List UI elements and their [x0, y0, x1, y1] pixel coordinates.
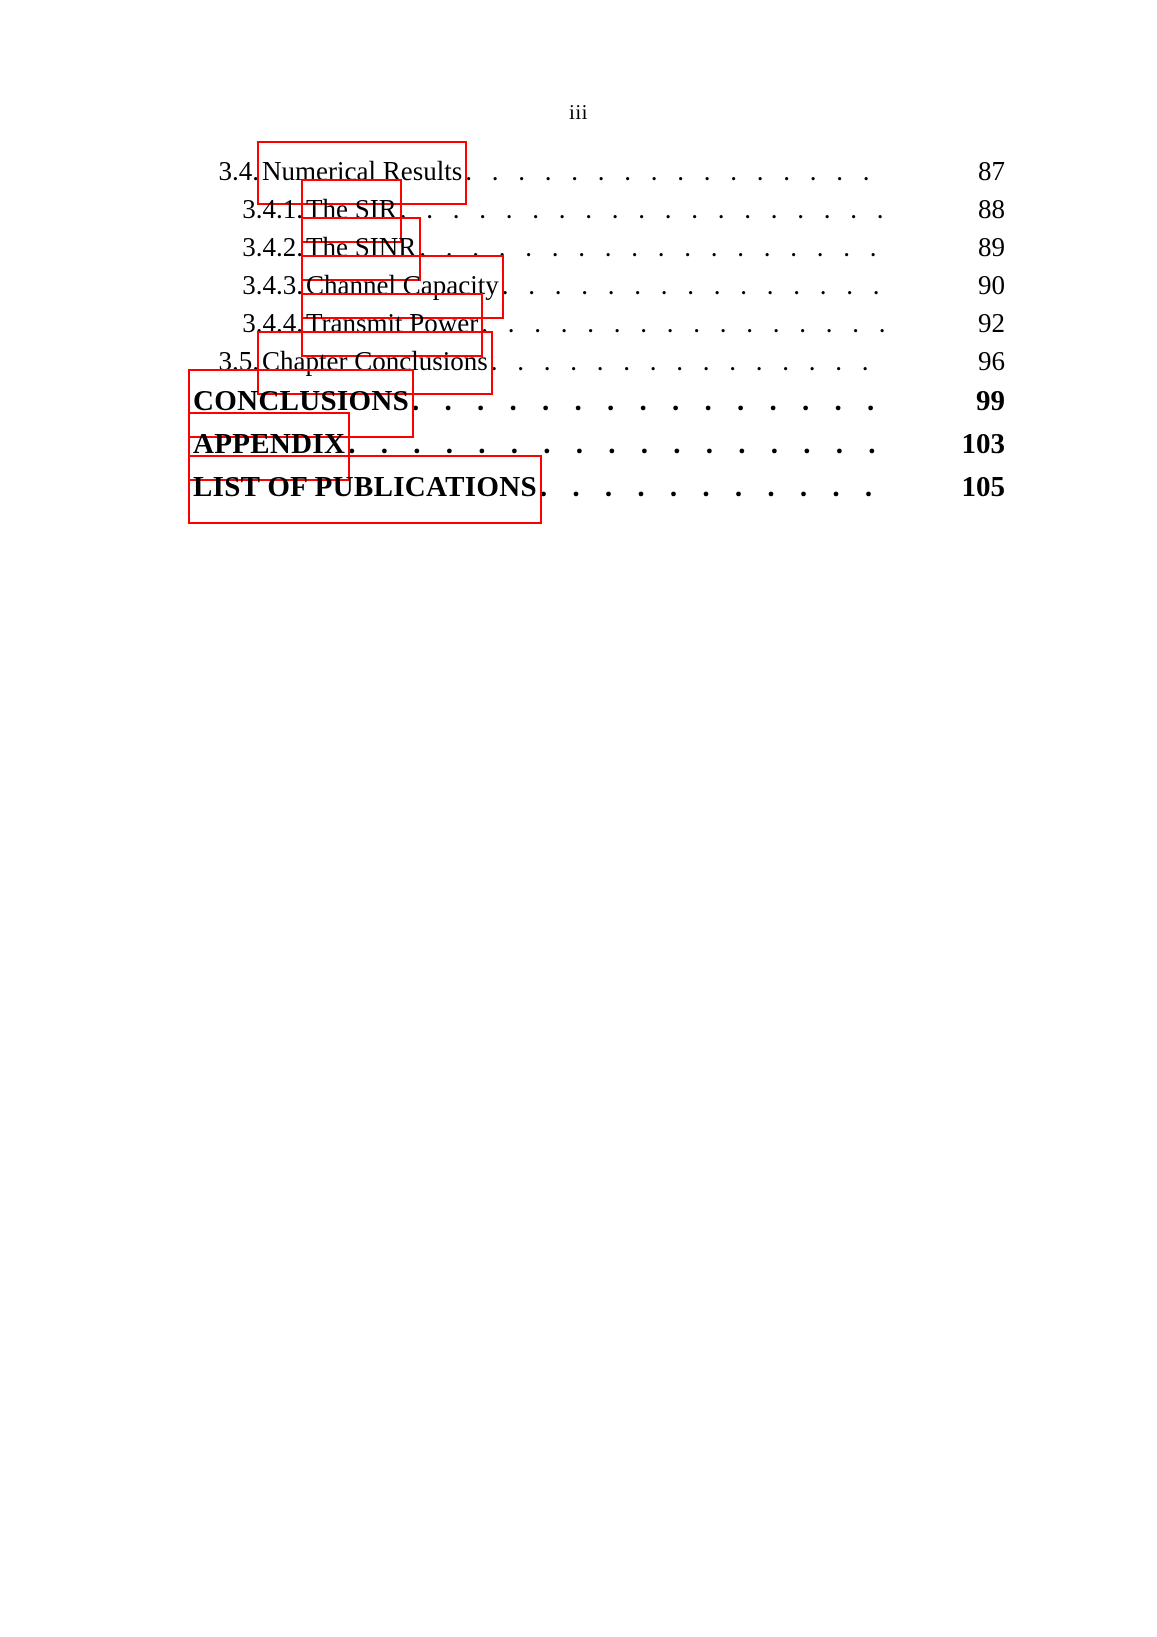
toc-entry-number: 3.4.3. [242, 270, 303, 300]
toc-entry-title: The SIR [306, 194, 397, 224]
toc-entry-numerical-results[interactable]: 3.4. Numerical Results . . . . . . . . .… [0, 141, 1157, 205]
toc-entry-title: APPENDIX [193, 428, 346, 460]
toc-entry-title: Chapter Conclusions [262, 346, 488, 376]
leader-dots: . . . . . . . . . . . . . . . . . . . . … [465, 156, 885, 186]
toc-entry-transmit-power[interactable]: 3.4.4. Transmit Power . . . . . . . . . … [0, 293, 1157, 357]
toc-entry-title-wrap: The SINR [301, 217, 422, 281]
toc-entry-page: 92 [978, 308, 1005, 338]
toc-entry-title: Channel Capacity [306, 270, 499, 300]
toc-entry-title: Numerical Results [262, 156, 463, 186]
toc-entry-title-wrap: The SIR [301, 179, 402, 243]
toc-entry-chapter-conclusions[interactable]: 3.5. Chapter Conclusions . . . . . . . .… [0, 331, 1157, 395]
toc-entry-title-wrap: Chapter Conclusions [257, 331, 493, 395]
toc-entry-conclusions[interactable]: CONCLUSIONS . . . . . . . . . . . . . . … [0, 369, 1157, 438]
table-of-contents: 3.4. Numerical Results . . . . . . . . .… [0, 141, 1157, 524]
toc-entry-page: 99 [976, 385, 1005, 417]
toc-entry-title-wrap: CONCLUSIONS [188, 369, 415, 438]
toc-entry-number: 3.4.4. [242, 308, 303, 338]
leader-dots: . . . . . . . . . . . . . . . . . . . . … [539, 471, 885, 503]
toc-entry-title-wrap: Transmit Power [301, 293, 484, 357]
toc-entry-number: 3.4.2. [242, 232, 303, 262]
toc-entry-page: 89 [978, 232, 1005, 262]
leader-dots: . . . . . . . . . . . . . . . . . . . . … [501, 270, 885, 300]
toc-entry-appendix[interactable]: APPENDIX . . . . . . . . . . . . . . . .… [0, 412, 1157, 481]
toc-entry-list-of-publications[interactable]: LIST OF PUBLICATIONS . . . . . . . . . .… [0, 455, 1157, 524]
leader-dots: . . . . . . . . . . . . . . . . . . . . … [399, 194, 885, 224]
toc-entry-the-sir[interactable]: 3.4.1. The SIR . . . . . . . . . . . . .… [0, 179, 1157, 243]
toc-entry-page: 90 [978, 270, 1005, 300]
toc-entry-page: 88 [978, 194, 1005, 224]
document-page: iii 3.4. Numerical Results . . . . . . .… [0, 0, 1157, 1637]
toc-entry-number: 3.4.1. [242, 194, 303, 224]
toc-entry-title: LIST OF PUBLICATIONS [193, 471, 537, 503]
toc-entry-title-wrap: Numerical Results [257, 141, 468, 205]
toc-entry-page: 103 [961, 428, 1006, 460]
toc-entry-number: 3.5. [218, 346, 260, 376]
toc-entry-number: 3.4. [218, 156, 260, 186]
toc-entry-page: 105 [961, 471, 1006, 503]
leader-dots: . . . . . . . . . . . . . . . . . . . . … [490, 346, 885, 376]
leader-dots: . . . . . . . . . . . . . . . . . . . . … [412, 385, 885, 417]
toc-entry-the-sinr[interactable]: 3.4.2. The SINR . . . . . . . . . . . . … [0, 217, 1157, 281]
toc-entry-title: Transmit Power [306, 308, 479, 338]
toc-entry-title-wrap: Channel Capacity [301, 255, 504, 319]
leader-dots: . . . . . . . . . . . . . . . . . . . . … [419, 232, 885, 262]
leader-dots: . . . . . . . . . . . . . . . . . . . . … [348, 428, 885, 460]
toc-entry-page: 96 [978, 346, 1005, 376]
toc-entry-title-wrap: LIST OF PUBLICATIONS [188, 455, 542, 524]
toc-entry-page: 87 [978, 156, 1005, 186]
toc-entry-channel-capacity[interactable]: 3.4.3. Channel Capacity . . . . . . . . … [0, 255, 1157, 319]
page-folio: iii [568, 100, 588, 124]
toc-entry-title: CONCLUSIONS [193, 385, 410, 417]
toc-entry-title-wrap: APPENDIX [188, 412, 351, 481]
leader-dots: . . . . . . . . . . . . . . . . . . . . … [481, 308, 885, 338]
toc-entry-title: The SINR [306, 232, 417, 262]
